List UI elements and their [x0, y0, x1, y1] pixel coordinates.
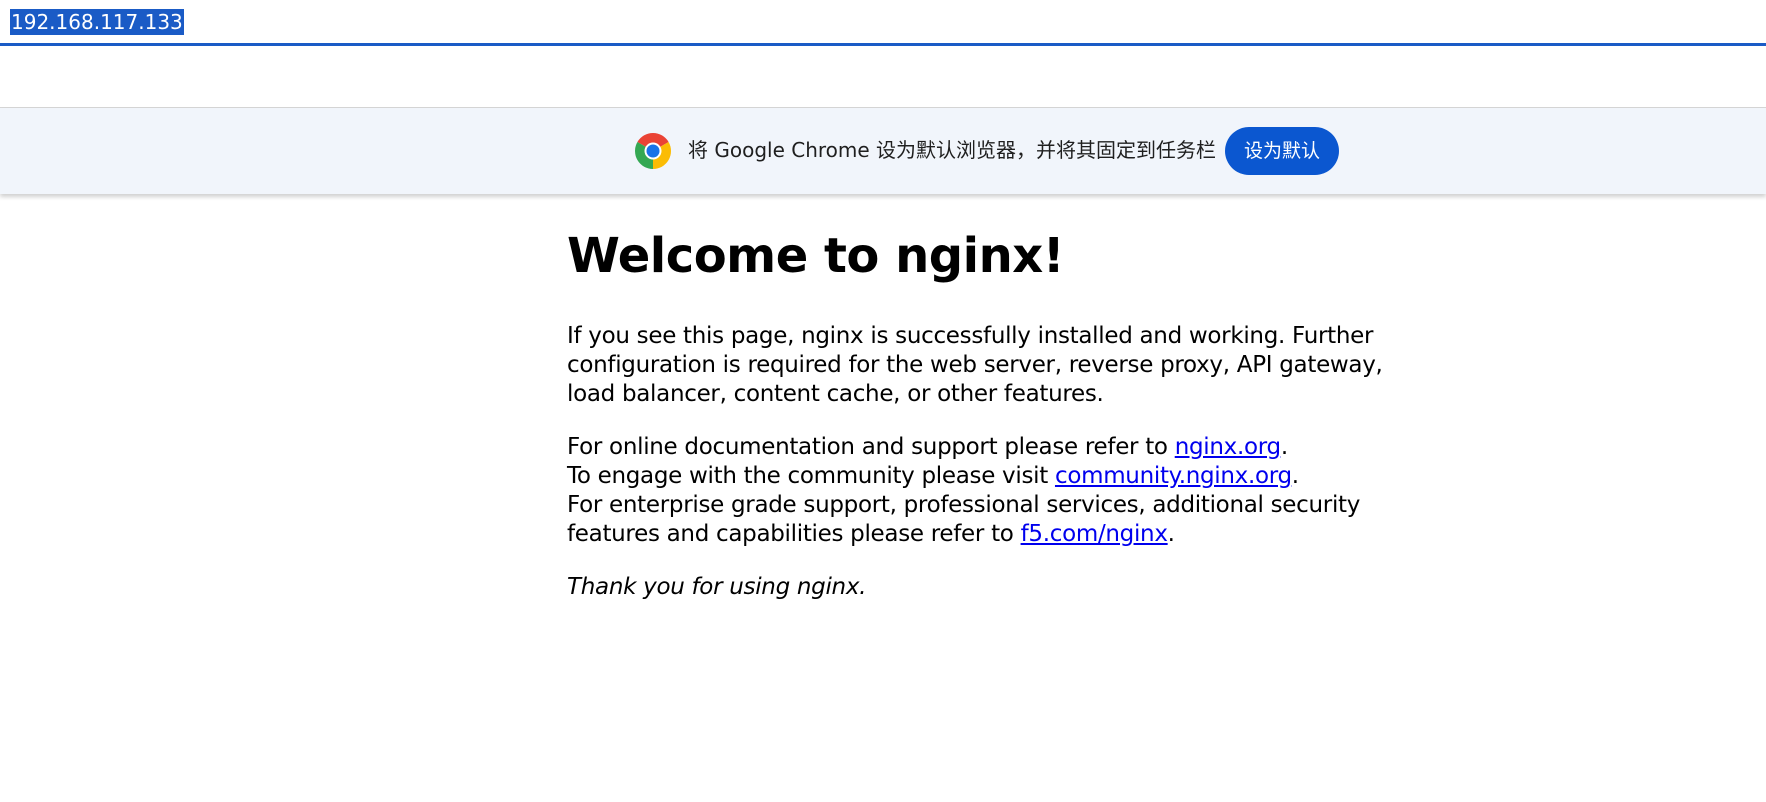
bookmarks-area	[0, 46, 1766, 108]
docs-text: For online documentation and support ple…	[567, 434, 1175, 460]
chrome-logo-icon	[634, 133, 672, 169]
thanks-text: Thank you for using nginx.	[567, 574, 867, 600]
address-url-text[interactable]: 192.168.117.133	[10, 9, 184, 35]
address-bar[interactable]: 192.168.117.133	[0, 0, 1766, 46]
nginx-org-link[interactable]: nginx.org	[1175, 434, 1281, 460]
enterprise-suffix: .	[1167, 521, 1175, 547]
infobar-message: 将 Google Chrome 设为默认浏览器，并将其固定到任务栏	[688, 138, 1217, 162]
community-text: To engage with the community please visi…	[567, 463, 1055, 489]
enterprise-text: For enterprise grade support, profession…	[567, 492, 1361, 547]
set-default-button[interactable]: 设为默认	[1225, 127, 1339, 175]
page-content: Welcome to nginx! If you see this page, …	[567, 220, 1427, 626]
community-link[interactable]: community.nginx.org	[1055, 463, 1292, 489]
intro-paragraph: If you see this page, nginx is successfu…	[567, 323, 1383, 407]
default-browser-infobar: 将 Google Chrome 设为默认浏览器，并将其固定到任务栏 设为默认	[0, 108, 1766, 194]
f5-link[interactable]: f5.com/nginx	[1021, 521, 1168, 547]
links-paragraph: For online documentation and support ple…	[567, 433, 1427, 549]
community-suffix: .	[1291, 463, 1299, 489]
docs-suffix: .	[1280, 434, 1288, 460]
page-title: Welcome to nginx!	[567, 228, 1065, 284]
